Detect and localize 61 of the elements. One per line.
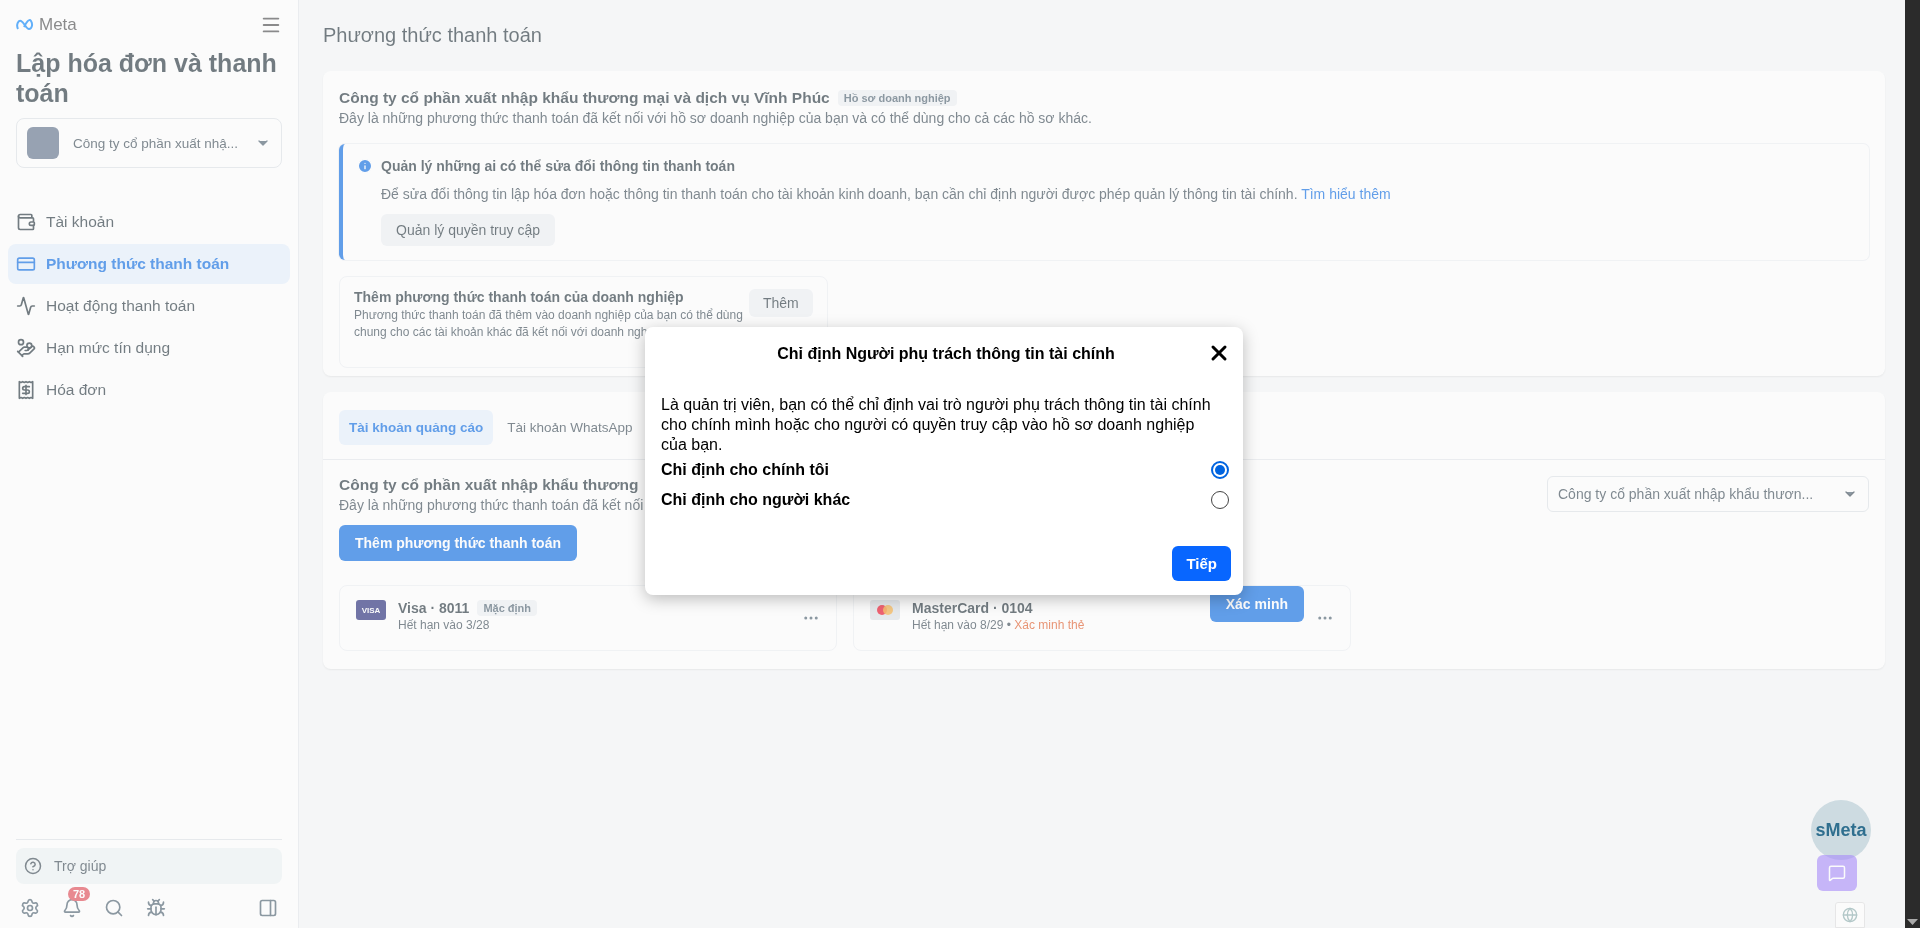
info-icon xyxy=(357,158,373,174)
globe-button[interactable] xyxy=(1835,902,1865,928)
nav-icon xyxy=(16,296,36,316)
business-dropdown[interactable]: Công ty cổ phần xuất nhập khẩu thươn... xyxy=(1547,476,1869,512)
settings-icon[interactable] xyxy=(20,898,40,918)
notice-text: Để sửa đổi thông tin lập hóa đơn hoặc thông tin thanh toán cho tài khoản kinh doanh, bạn cần chỉ định người được phép quản lý thông tin tài chính. Tìm hiểu thêm xyxy=(381,186,1392,202)
nav-item[interactable]: Hạn mức tín dụng xyxy=(8,328,290,368)
add-method-title: Thêm phương thức thanh toán của doanh nghiệp xyxy=(354,289,685,305)
business-description: Đây là những phương thức thanh toán đã kết nối với hồ sơ doanh nghiệp của bạn và có thể dùng cho cả các hồ sơ khác. xyxy=(339,110,1093,126)
default-badge: Mặc định xyxy=(477,600,538,616)
dialog-text: Là quản trị viên, bạn có thể chỉ định vai trò người phụ trách thông tin tài chính cho chính mình hoặc cho người có quyền truy cập vào hồ sơ doanh nghiệp của bạn. xyxy=(661,395,1212,455)
nav-item[interactable]: Hóa đơn xyxy=(8,370,290,410)
accounts-heading: Công ty cổ phần xuất nhập khẩu thương xyxy=(339,476,640,494)
accounts-description: Đây là những phương thức thanh toán đã kết nối xyxy=(339,497,644,513)
add-button[interactable]: Thêm xyxy=(748,289,813,317)
chat-button[interactable] xyxy=(1817,855,1857,891)
visa-logo: VISA xyxy=(356,600,386,620)
card-expiry: Hết hạn vào 8/29 • Xác minh thẻ xyxy=(912,618,1086,632)
account-tab[interactable]: Tài khoản WhatsApp xyxy=(497,410,643,445)
nav-item[interactable]: Phương thức thanh toán xyxy=(8,244,290,284)
add-payment-method-button[interactable]: Thêm phương thức thanh toán xyxy=(339,525,577,561)
assistant-bubble[interactable]: sMeta xyxy=(1811,800,1871,860)
card-expiry: Hết hạn vào 3/28 xyxy=(398,618,491,632)
verify-button[interactable]: Xác minh xyxy=(1209,586,1304,622)
panel-icon[interactable] xyxy=(258,898,278,918)
notification-badge: 78 xyxy=(68,887,91,901)
search-icon[interactable] xyxy=(104,898,124,918)
section-heading: Phương thức thanh toán xyxy=(323,24,543,47)
page-title: Lập hóa đơn và thanh toán xyxy=(16,48,278,108)
scrollbar[interactable] xyxy=(1905,0,1920,928)
nav-item[interactable]: Tài khoản xyxy=(8,202,290,242)
next-button[interactable]: Tiếp xyxy=(1172,546,1231,581)
card-name: Visa · 8011 xyxy=(398,600,470,616)
nav-icon xyxy=(16,380,36,400)
meta-logo: Meta xyxy=(16,15,77,35)
chat-icon xyxy=(1828,864,1846,882)
manage-access-button[interactable]: Quản lý quyền truy cập xyxy=(381,214,555,246)
add-method-description: Phương thức thanh toán đã thêm vào doanh nghiệp của bạn có thể dùng xyxy=(354,308,743,322)
card-logo xyxy=(870,600,900,620)
dialog-title: Chỉ định Người phụ trách thông tin tài chính xyxy=(777,345,1115,363)
globe-icon xyxy=(1842,907,1858,923)
profile-badge: Hồ sơ doanh nghiệp xyxy=(837,90,957,106)
card-name: MasterCard · 0104 xyxy=(912,600,1033,616)
nav-icon xyxy=(16,212,36,232)
nav-icon xyxy=(16,338,36,358)
option-label: Chỉ định cho người khác xyxy=(661,491,851,509)
nav-item[interactable]: Hoạt động thanh toán xyxy=(8,286,290,326)
bug-icon[interactable] xyxy=(146,898,166,918)
help-icon xyxy=(24,857,42,875)
option-label: Chỉ định cho chính tôi xyxy=(661,461,829,479)
scroll-down-icon[interactable] xyxy=(1907,918,1918,926)
notice-title: Quản lý những ai có thể sửa đổi thông tin thanh toán xyxy=(381,158,735,174)
help-item[interactable]: Trợ giúp xyxy=(16,848,282,884)
account-logo xyxy=(27,127,59,159)
account-selector[interactable]: Công ty cổ phần xuất nhậ... xyxy=(16,118,282,168)
nav-icon xyxy=(16,254,36,274)
business-name: Công ty cổ phần xuất nhập khẩu thương mại và dịch vụ Vĩnh Phúc xyxy=(339,89,830,107)
account-tab[interactable]: Tài khoản quảng cáo xyxy=(339,410,494,445)
bell-icon[interactable] xyxy=(62,898,82,918)
radio-button[interactable] xyxy=(1211,461,1229,479)
learn-more-link[interactable]: Tìm hiểu thêm xyxy=(1301,186,1391,202)
